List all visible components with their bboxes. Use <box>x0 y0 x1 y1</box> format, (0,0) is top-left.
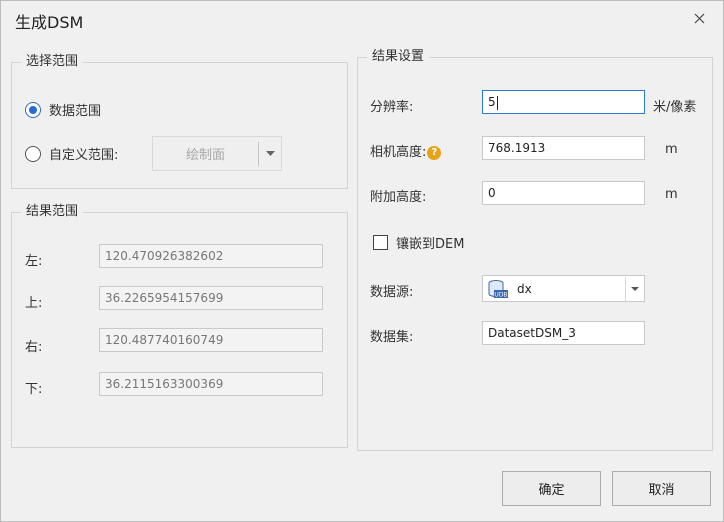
resolution-unit: 米/像素 <box>653 100 697 115</box>
draw-surface-label: 绘制面 <box>185 148 225 163</box>
left-field[interactable]: 120.470926382602 <box>99 244 323 268</box>
camera-height-unit: m <box>665 142 678 157</box>
camera-height-label-text: 相机高度: <box>370 145 427 160</box>
additional-height-label: 附加高度: <box>370 190 427 205</box>
radio-data-range[interactable]: 数据范围 <box>25 100 101 119</box>
bottom-field[interactable]: 36.2115163300369 <box>99 372 323 396</box>
dialog-title: 生成DSM <box>15 13 84 32</box>
close-icon <box>694 13 704 23</box>
top-field[interactable]: 36.2265954157699 <box>99 286 323 310</box>
draw-surface-dropdown[interactable]: 绘制面 <box>152 136 282 171</box>
udb-datasource-icon: UDB <box>487 278 511 300</box>
bottom-label: 下: <box>25 382 43 397</box>
svg-text:UDB: UDB <box>494 291 507 298</box>
radio-custom-range-indicator[interactable] <box>25 145 41 162</box>
generate-dsm-dialog: 生成DSM 选择范围 数据范围 自定义范围: 绘制面 结果范围 左: 120.4… <box>0 0 724 522</box>
radio-data-range-label: 数据范围 <box>49 104 102 119</box>
help-icon[interactable]: ? <box>427 145 442 160</box>
camera-height-input[interactable]: 768.1913 <box>482 136 645 160</box>
embed-dem-checkbox[interactable] <box>373 235 388 250</box>
additional-height-input[interactable]: 0 <box>482 181 645 205</box>
additional-height-unit: m <box>665 187 678 202</box>
result-settings-title: 结果设置 <box>367 49 430 65</box>
radio-custom-range-label: 自定义范围: <box>49 148 119 163</box>
chevron-down-icon[interactable] <box>626 286 644 291</box>
right-label: 右: <box>25 340 43 355</box>
select-range-title: 选择范围 <box>21 54 84 70</box>
dataset-label: 数据集: <box>370 330 414 345</box>
embed-dem-checkbox-row[interactable]: 镶嵌到DEM <box>373 233 464 252</box>
dataset-input[interactable]: DatasetDSM_3 <box>482 321 645 345</box>
result-settings-group: 结果设置 <box>357 49 713 451</box>
datasource-select[interactable]: UDB dx <box>482 275 645 302</box>
ok-button[interactable]: 确定 <box>502 471 601 506</box>
top-label: 上: <box>25 296 43 311</box>
datasource-label: 数据源: <box>370 285 414 300</box>
right-field[interactable]: 120.487740160749 <box>99 328 323 352</box>
resolution-input[interactable]: 5 <box>482 90 645 114</box>
camera-height-label: 相机高度:? <box>370 141 442 160</box>
datasource-value: dx <box>517 281 532 296</box>
cancel-button[interactable]: 取消 <box>612 471 711 506</box>
text-caret <box>496 95 498 110</box>
radio-data-range-indicator[interactable] <box>25 101 41 118</box>
result-range-title: 结果范围 <box>21 204 84 220</box>
radio-custom-range[interactable]: 自定义范围: <box>25 144 118 163</box>
left-label: 左: <box>25 254 43 269</box>
close-button[interactable] <box>685 5 713 31</box>
title-bar: 生成DSM <box>1 1 723 37</box>
chevron-down-icon[interactable] <box>259 151 281 156</box>
resolution-label: 分辨率: <box>370 100 414 115</box>
embed-dem-label: 镶嵌到DEM <box>396 237 465 252</box>
resolution-value: 5 <box>488 95 496 109</box>
